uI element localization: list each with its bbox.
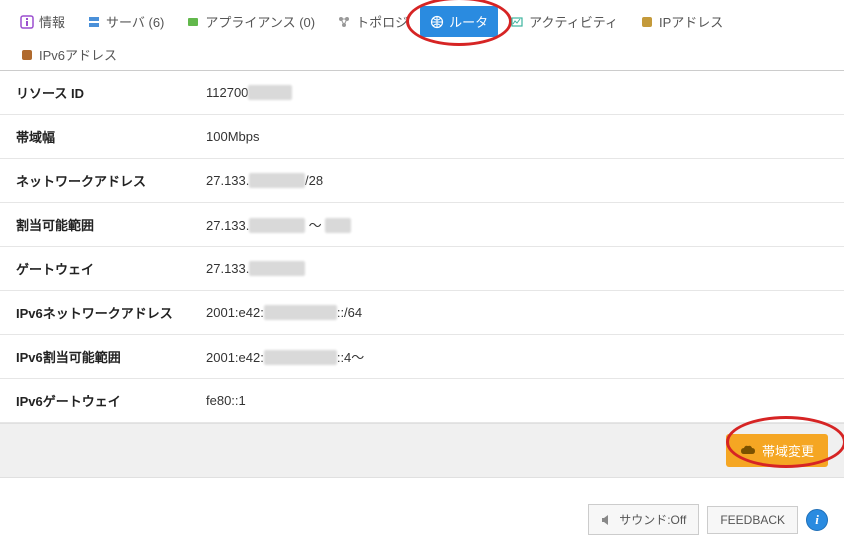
row-gateway: ゲートウェイ 27.133.XXX.XXX: [0, 247, 844, 291]
tab-info[interactable]: 情報: [10, 6, 75, 37]
value-network-address: 27.133.XXX.XXX/28: [206, 173, 323, 188]
tab-label: トポロジ: [356, 12, 408, 31]
label-assignable-range: 割当可能範囲: [16, 215, 206, 234]
value-ipv6-gateway: fe80::1: [206, 393, 246, 408]
appliance-icon: [186, 15, 200, 29]
topology-icon: [337, 15, 351, 29]
sound-toggle-button[interactable]: サウンド:Off: [588, 504, 699, 535]
tab-topology[interactable]: トポロジ: [327, 6, 418, 37]
tab-label: ルータ: [449, 12, 488, 31]
tab-bar: 情報 サーバ (6) アプライアンス (0) トポロジ ルータ アクティビティ: [0, 0, 844, 71]
cloud-icon: [740, 445, 756, 457]
speaker-icon: [601, 514, 613, 526]
tab-label: アクティビティ: [529, 12, 618, 31]
label-ipv6-gateway: IPv6ゲートウェイ: [16, 391, 206, 410]
tab-appliance[interactable]: アプライアンス (0): [176, 6, 325, 37]
value-bandwidth: 100Mbps: [206, 129, 259, 144]
router-details: リソース ID 112700XXXXX 帯域幅 100Mbps ネットワークアド…: [0, 71, 844, 423]
server-icon: [87, 15, 101, 29]
tab-server[interactable]: サーバ (6): [77, 6, 174, 37]
row-ipv6-network: IPv6ネットワークアドレス 2001:e42:XXXX:XXXX::/64: [0, 291, 844, 335]
sound-label: サウンド:Off: [619, 511, 686, 528]
row-assignable-range: 割当可能範囲 27.133.XXX.XXX ～ XXX: [0, 203, 844, 247]
feedback-label: FEEDBACK: [720, 513, 785, 527]
feedback-button[interactable]: FEEDBACK: [707, 506, 798, 534]
row-ipv6-gateway: IPv6ゲートウェイ fe80::1: [0, 379, 844, 423]
tab-label: 情報: [39, 12, 65, 31]
label-gateway: ゲートウェイ: [16, 259, 206, 278]
info-tab-icon: [20, 15, 34, 29]
tab-label: IPv6アドレス: [39, 45, 117, 64]
row-resource-id: リソース ID 112700XXXXX: [0, 71, 844, 115]
info-icon[interactable]: i: [806, 509, 828, 531]
tab-label: アプライアンス (0): [205, 12, 315, 31]
row-ipv6-assignable: IPv6割当可能範囲 2001:e42:XXXX:XXXX::4～: [0, 335, 844, 379]
value-assignable-range: 27.133.XXX.XXX ～ XXX: [206, 215, 351, 234]
activity-icon: [510, 15, 524, 29]
change-bandwidth-button[interactable]: 帯域変更: [726, 434, 828, 467]
tab-label: サーバ (6): [106, 12, 164, 31]
label-resource-id: リソース ID: [16, 83, 206, 102]
row-network-address: ネットワークアドレス 27.133.XXX.XXX/28: [0, 159, 844, 203]
value-ipv6-assignable: 2001:e42:XXXX:XXXX::4～: [206, 347, 364, 366]
row-bandwidth: 帯域幅 100Mbps: [0, 115, 844, 159]
tab-router[interactable]: ルータ: [420, 6, 498, 37]
value-gateway: 27.133.XXX.XXX: [206, 261, 305, 276]
footer-bar: サウンド:Off FEEDBACK i: [0, 478, 844, 543]
ipv6-icon: [20, 48, 34, 62]
tab-activity[interactable]: アクティビティ: [500, 6, 628, 37]
label-network-address: ネットワークアドレス: [16, 171, 206, 190]
action-bar: 帯域変更: [0, 423, 844, 478]
value-resource-id: 112700XXXXX: [206, 85, 292, 100]
tab-label: IPアドレス: [659, 12, 723, 31]
change-bandwidth-label: 帯域変更: [762, 441, 814, 460]
label-ipv6-network: IPv6ネットワークアドレス: [16, 303, 206, 322]
ip-icon: [640, 15, 654, 29]
tab-ip-address[interactable]: IPアドレス: [630, 6, 733, 37]
label-bandwidth: 帯域幅: [16, 127, 206, 146]
label-ipv6-assignable: IPv6割当可能範囲: [16, 347, 206, 366]
value-ipv6-network: 2001:e42:XXXX:XXXX::/64: [206, 305, 362, 320]
tab-ipv6-address[interactable]: IPv6アドレス: [10, 39, 127, 70]
globe-icon: [430, 15, 444, 29]
